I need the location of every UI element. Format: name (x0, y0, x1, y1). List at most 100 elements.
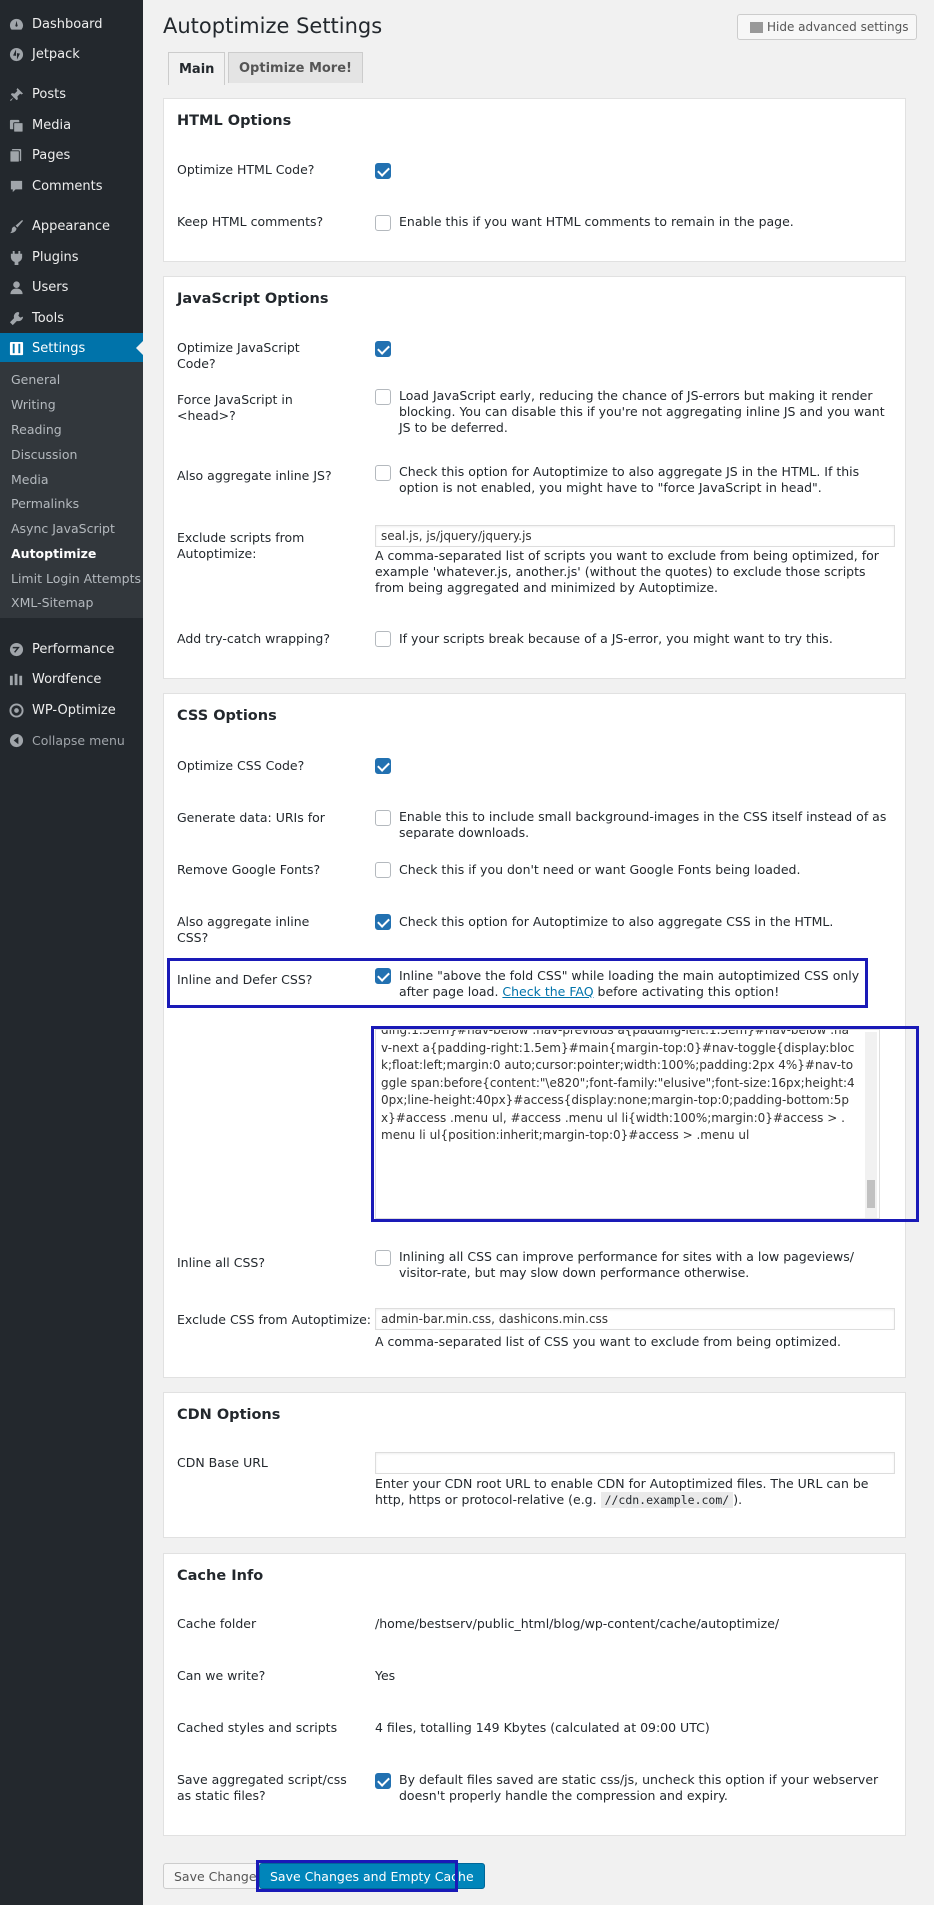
submenu-discussion[interactable]: Discussion (11, 447, 77, 462)
tab-optimize-more[interactable]: Optimize More! (228, 52, 363, 83)
section-title: Cache Info (177, 1568, 264, 1584)
desc-text: before activating this option! (593, 984, 780, 999)
textarea-scrollbar[interactable] (865, 1032, 877, 1218)
submenu-limit-login-attempts[interactable]: Limit Login Attempts (11, 571, 141, 586)
menu-label: Jetpack (32, 46, 80, 62)
static-files-checkbox[interactable] (375, 1773, 391, 1789)
option-label: Remove Google Fonts? (177, 862, 321, 877)
section-title: HTML Options (177, 113, 292, 129)
submenu-reading[interactable]: Reading (11, 422, 62, 437)
menu-plugins[interactable]: Plugins (0, 242, 143, 272)
html-options-panel: HTML Options Optimize HTML Code? Keep HT… (163, 98, 906, 262)
menu-label: Pages (32, 147, 71, 163)
submenu-general[interactable]: General (11, 372, 60, 387)
keep-html-comments-checkbox[interactable] (375, 215, 391, 231)
aggregate-inline-css-checkbox[interactable] (375, 914, 391, 930)
option-label: Also aggregate inline CSS? (177, 914, 310, 945)
cdn-options-panel: CDN Options CDN Base URL Enter your CDN … (163, 1392, 906, 1538)
option-label: Optimize JavaScript Code? (177, 340, 300, 371)
menu-appearance[interactable]: Appearance (0, 211, 143, 241)
menu-posts[interactable]: Posts (0, 79, 143, 109)
option-label: Exclude CSS from Autoptimize: (177, 1312, 372, 1327)
inline-defer-css-checkbox[interactable] (375, 968, 391, 984)
wrench-icon (8, 310, 24, 326)
force-js-head-checkbox[interactable] (375, 389, 391, 405)
menu-settings[interactable]: Settings (0, 333, 143, 363)
option-label: Exclude scripts from Autoptimize: (177, 530, 305, 561)
brush-icon (8, 218, 24, 234)
critical-css-textarea[interactable]: ding:1.5em}#nav-below .nav-previous a{pa… (375, 1029, 880, 1219)
menu-label: Collapse menu (32, 732, 125, 748)
submenu-permalinks[interactable]: Permalinks (11, 496, 79, 511)
menu-users[interactable]: Users (0, 272, 143, 302)
check-faq-link[interactable]: Check the FAQ (502, 984, 593, 999)
optimize-js-checkbox[interactable] (375, 341, 391, 357)
section-title: CSS Options (177, 708, 277, 724)
menu-wp-optimize[interactable]: WP-Optimize (0, 695, 143, 725)
inline-all-css-checkbox[interactable] (375, 1250, 391, 1266)
menu-jetpack[interactable]: Jetpack (0, 39, 143, 69)
submenu-writing[interactable]: Writing (11, 397, 56, 412)
admin-sidebar: Dashboard Jetpack Posts Media Pages Comm… (0, 0, 143, 1905)
optimize-css-checkbox[interactable] (375, 758, 391, 774)
menu-media[interactable]: Media (0, 110, 143, 140)
plugin-icon (8, 249, 24, 265)
optimize-html-checkbox[interactable] (375, 163, 391, 179)
desc-text: ). (733, 1492, 743, 1507)
menu-comments[interactable]: Comments (0, 171, 143, 201)
option-label: Cache folder (177, 1616, 257, 1631)
tab-main[interactable]: Main (168, 52, 226, 85)
pages-icon (8, 147, 24, 163)
media-icon (8, 117, 24, 133)
cdn-base-url-input[interactable] (375, 1452, 895, 1474)
menu-pages[interactable]: Pages (0, 140, 143, 170)
menu-wordfence[interactable]: Wordfence (0, 664, 143, 694)
scrollbar-thumb[interactable] (867, 1180, 875, 1208)
menu-label: Plugins (32, 249, 79, 265)
menu-tools[interactable]: Tools (0, 303, 143, 333)
cached-files-value: 4 files, totalling 149 Kbytes (calculate… (375, 1720, 710, 1735)
menu-label: Appearance (32, 218, 111, 234)
menu-label: WP-Optimize (32, 702, 116, 718)
option-description: Check this option for Autoptimize to als… (399, 914, 834, 929)
toggle-label: Hide advanced settings (767, 20, 909, 34)
submenu-autoptimize[interactable]: Autoptimize (11, 546, 96, 561)
option-label: Optimize CSS Code? (177, 758, 305, 773)
collapse-icon (8, 732, 24, 748)
save-changes-button[interactable]: Save Changes (163, 1863, 275, 1889)
exclude-css-input[interactable] (375, 1308, 895, 1330)
option-description: Enter your CDN root URL to enable CDN fo… (375, 1476, 890, 1508)
hide-advanced-settings-button[interactable]: Hide advanced settings (737, 14, 917, 40)
section-title: CDN Options (177, 1407, 281, 1423)
aggregate-inline-js-checkbox[interactable] (375, 465, 391, 481)
remove-google-fonts-checkbox[interactable] (375, 862, 391, 878)
option-description: If your scripts break because of a JS-er… (399, 631, 833, 646)
collapse-menu-button[interactable]: Collapse menu (0, 725, 143, 755)
option-label: CDN Base URL (177, 1455, 268, 1470)
option-label: Save aggregated script/css as static fil… (177, 1772, 347, 1803)
submenu-async-javascript[interactable]: Async JavaScript (11, 521, 115, 536)
critical-css-content: ding:1.5em}#nav-below .nav-previous a{pa… (381, 1029, 855, 1142)
performance-icon (8, 641, 24, 657)
try-catch-checkbox[interactable] (375, 631, 391, 647)
menu-label: Tools (32, 310, 65, 326)
menu-label: Settings (32, 340, 86, 356)
option-label: Inline and Defer CSS? (177, 972, 313, 987)
data-uri-checkbox[interactable] (375, 810, 391, 826)
can-write-value: Yes (375, 1668, 396, 1683)
option-label: Optimize HTML Code? (177, 162, 315, 177)
option-description: By default files saved are static css/js… (399, 1772, 879, 1803)
pin-icon (8, 86, 24, 102)
option-description: Inlining all CSS can improve performance… (399, 1249, 854, 1280)
menu-performance[interactable]: Performance (0, 634, 143, 664)
option-description: Enable this to include small background-… (399, 809, 887, 839)
section-title: JavaScript Options (177, 291, 329, 307)
javascript-options-panel: JavaScript Options Optimize JavaScript C… (163, 276, 906, 679)
jetpack-icon (8, 46, 24, 62)
exclude-scripts-input[interactable] (375, 525, 895, 547)
css-options-panel: CSS Options Optimize CSS Code? Generate … (163, 693, 906, 1378)
save-and-empty-cache-button[interactable]: Save Changes and Empty Cache (259, 1863, 485, 1889)
submenu-xml-sitemap[interactable]: XML-Sitemap (11, 595, 93, 610)
menu-dashboard[interactable]: Dashboard (0, 9, 143, 39)
submenu-media[interactable]: Media (11, 472, 49, 487)
